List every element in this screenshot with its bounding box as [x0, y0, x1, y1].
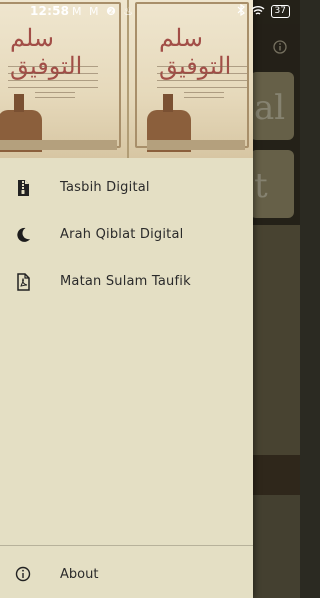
cover-footer-2 — [147, 140, 245, 150]
menu-item-about[interactable]: About — [0, 552, 253, 596]
crescent-moon-icon — [0, 227, 46, 243]
menu-item-label: Tasbih Digital — [60, 180, 150, 195]
menu-item-label: Matan Sulam Taufik — [60, 274, 191, 289]
bluetooth-icon — [237, 3, 245, 19]
menu-item-label: Arah Qiblat Digital — [60, 227, 184, 242]
status-bar: 12:58 M M ❷ ♨ 37 — [0, 0, 300, 24]
wifi-icon — [251, 5, 265, 19]
zip-file-icon — [0, 179, 46, 197]
pdf-file-icon — [0, 272, 46, 291]
notification-icons: M M ❷ ♨ — [72, 5, 136, 18]
cover-text-lines — [8, 66, 98, 88]
cover-footer — [0, 140, 117, 150]
cover-text-lines-4 — [184, 92, 224, 102]
menu-item-arah-qiblat-digital[interactable]: Arah Qiblat Digital — [0, 211, 253, 258]
drawer-menu: Tasbih Digital Arah Qiblat Digital Matan… — [0, 164, 253, 305]
status-time: 12:58 — [30, 4, 70, 18]
navigation-drawer: سلم التوفيق سلم التوفيق Tasbih Digital — [0, 0, 253, 598]
battery-icon: 37 — [270, 5, 290, 18]
cover-text-lines-3 — [157, 66, 247, 88]
menu-item-tasbih-digital[interactable]: Tasbih Digital — [0, 164, 253, 211]
drawer-divider — [0, 545, 253, 546]
cover-text-lines-2 — [35, 92, 75, 102]
status-right: 37 — [237, 3, 290, 19]
info-icon — [0, 566, 46, 582]
about-label: About — [60, 566, 99, 582]
menu-item-matan-sulam-taufik[interactable]: Matan Sulam Taufik — [0, 258, 253, 305]
